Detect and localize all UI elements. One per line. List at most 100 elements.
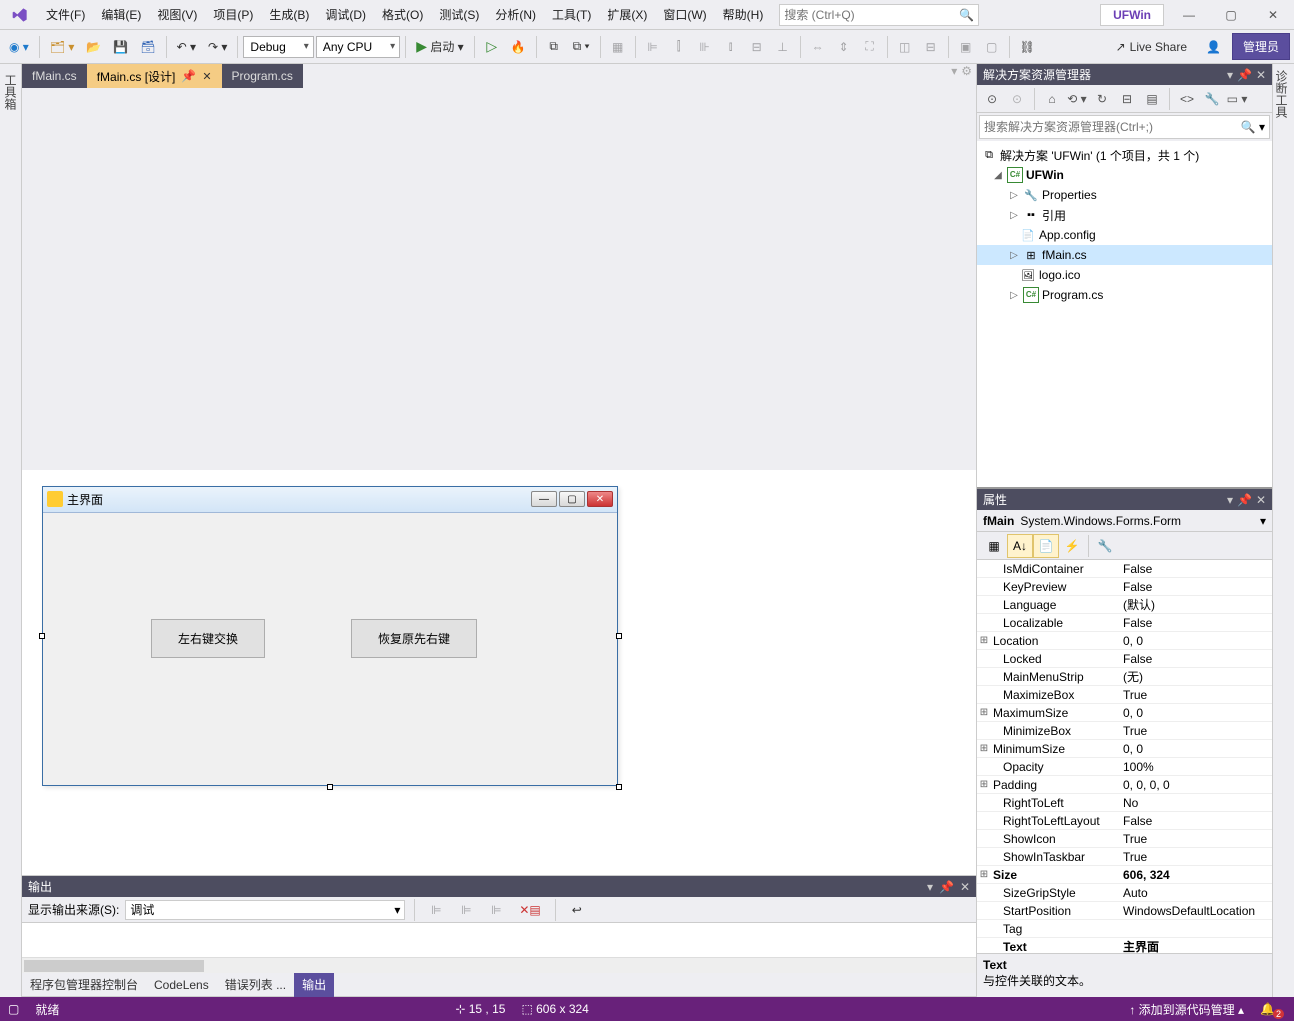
tab-fmain-cs[interactable]: fMain.cs [22, 64, 87, 88]
property-row[interactable]: ⊞MaximumSize0, 0 [977, 704, 1272, 722]
form-designer[interactable]: 主界面 — ▢ ✕ 左右键交换 恢复原先右键 [42, 486, 618, 786]
program-node[interactable]: ▷C#Program.cs [977, 285, 1272, 305]
open-button[interactable]: 📂 [81, 35, 106, 59]
property-row[interactable]: LocalizableFalse [977, 614, 1272, 632]
menu-扩展(X)[interactable]: 扩展(X) [599, 2, 655, 27]
resize-handle[interactable] [39, 633, 45, 639]
fmain-node[interactable]: ▷⊞fMain.cs [977, 245, 1272, 265]
close-button[interactable]: ✕ [1256, 3, 1290, 27]
undo-button[interactable]: ↶ ▾ [172, 35, 201, 59]
sol-code-icon[interactable]: <> [1176, 88, 1198, 110]
resize-handle[interactable] [616, 784, 622, 790]
solution-search-input[interactable] [980, 120, 1237, 134]
bottom-tab[interactable]: CodeLens [146, 974, 217, 996]
source-control-button[interactable]: ↑ 添加到源代码管理 ▴ [1129, 1001, 1244, 1018]
sol-collapse-icon[interactable]: ⊟ [1116, 88, 1138, 110]
minimize-button[interactable]: — [1172, 3, 1206, 27]
panel-close-icon[interactable]: ✕ [1256, 68, 1266, 82]
property-row[interactable]: ShowInTaskbarTrue [977, 848, 1272, 866]
tab-fmain-design[interactable]: fMain.cs [设计] 📌 ✕ [87, 64, 222, 88]
solution-tree[interactable]: ⧉解决方案 'UFWin' (1 个项目，共 1 个) ◢C#UFWin ▷🔧P… [977, 141, 1272, 487]
property-grid[interactable]: IsMdiContainerFalseKeyPreviewFalseLangua… [977, 560, 1272, 953]
panel-menu-icon[interactable]: ▾ [927, 880, 933, 894]
new-project-button[interactable]: 🗂 ▾ [45, 35, 80, 59]
tab-overflow-icon[interactable]: ▾ [951, 64, 957, 470]
save-all-button[interactable]: 🗃 [135, 35, 160, 59]
menu-项目(P)[interactable]: 项目(P) [205, 2, 261, 27]
property-row[interactable]: MaximizeBoxTrue [977, 686, 1272, 704]
panel-close-icon[interactable]: ✕ [960, 880, 970, 894]
restore-button[interactable]: 恢复原先右键 [351, 619, 477, 658]
property-row[interactable]: IsMdiContainerFalse [977, 560, 1272, 578]
word-wrap-button[interactable]: ↩ [565, 898, 589, 922]
menu-编辑(E)[interactable]: 编辑(E) [93, 2, 149, 27]
notifications-button[interactable]: 🔔2 [1260, 1002, 1286, 1016]
resize-handle[interactable] [327, 784, 333, 790]
logo-node[interactable]: 🖼logo.ico [977, 265, 1272, 285]
output-source-combo[interactable]: 调试▾ [125, 900, 405, 920]
property-row[interactable]: ShowIconTrue [977, 830, 1272, 848]
close-tab-icon[interactable]: ✕ [202, 70, 211, 83]
sol-props-icon[interactable]: 🔧 [1201, 88, 1223, 110]
property-row[interactable]: ⊞Location0, 0 [977, 632, 1272, 650]
property-row[interactable]: StartPositionWindowsDefaultLocation [977, 902, 1272, 920]
property-row[interactable]: Opacity100% [977, 758, 1272, 776]
live-share-button[interactable]: ↗ Live Share [1108, 38, 1195, 56]
property-row[interactable]: MainMenuStrip(无) [977, 668, 1272, 686]
feedback-button[interactable]: 👤 [1201, 35, 1226, 59]
panel-menu-icon[interactable]: ▾ [1227, 68, 1233, 82]
bottom-tab[interactable]: 程序包管理器控制台 [22, 972, 146, 997]
menu-格式(O)[interactable]: 格式(O) [374, 2, 431, 27]
platform-combo[interactable]: Any CPU▾ [316, 36, 400, 58]
panel-pin-icon[interactable]: 📌 [1237, 68, 1252, 82]
sol-back-icon[interactable]: ⊙ [981, 88, 1003, 110]
designer-surface[interactable]: 主界面 — ▢ ✕ 左右键交换 恢复原先右键 [22, 470, 976, 876]
menu-调试(D)[interactable]: 调试(D) [317, 2, 374, 27]
appconfig-node[interactable]: 📄App.config [977, 225, 1272, 245]
menu-帮助(H)[interactable]: 帮助(H) [715, 2, 772, 27]
output-window-icon[interactable]: ▢ [8, 1002, 19, 1016]
toolbar-btn2[interactable]: ⧉ ▾ [568, 35, 595, 59]
save-button[interactable]: 💾 [108, 35, 133, 59]
menu-窗口(W)[interactable]: 窗口(W) [655, 2, 714, 27]
bottom-tab[interactable]: 输出 [294, 972, 334, 997]
property-row[interactable]: ⊞MinimumSize0, 0 [977, 740, 1272, 758]
panel-close-icon[interactable]: ✕ [1256, 493, 1266, 507]
property-row[interactable]: SizeGripStyleAuto [977, 884, 1272, 902]
start-without-debug-button[interactable]: ▷ [480, 35, 504, 59]
property-row[interactable]: Text主界面 [977, 938, 1272, 953]
property-object-selector[interactable]: fMainSystem.Windows.Forms.Form ▾ [977, 510, 1272, 532]
property-row[interactable]: KeyPreviewFalse [977, 578, 1272, 596]
property-row[interactable]: LockedFalse [977, 650, 1272, 668]
menu-生成(B)[interactable]: 生成(B) [261, 2, 317, 27]
config-combo[interactable]: Debug▾ [243, 36, 313, 58]
panel-pin-icon[interactable]: 📌 [939, 880, 954, 894]
tab-settings-icon[interactable]: ⚙ [961, 64, 972, 470]
project-node[interactable]: ◢C#UFWin [977, 165, 1272, 185]
properties-button[interactable]: 📄 [1033, 534, 1059, 558]
diagnostics-tab[interactable]: 诊断工具 [1273, 70, 1290, 997]
menu-测试(S)[interactable]: 测试(S) [431, 2, 487, 27]
property-row[interactable]: ⊞Padding0, 0, 0, 0 [977, 776, 1272, 794]
property-row[interactable]: MinimizeBoxTrue [977, 722, 1272, 740]
bottom-tab[interactable]: 错误列表 ... [217, 972, 294, 997]
property-row[interactable]: Tag [977, 920, 1272, 938]
start-button[interactable]: ▶ 启动 ▾ [411, 35, 469, 59]
solution-search[interactable]: 🔍 ▾ [979, 115, 1270, 139]
sol-home-icon[interactable]: ⌂ [1041, 88, 1063, 110]
menu-文件(F)[interactable]: 文件(F) [38, 2, 93, 27]
global-search-input[interactable] [784, 8, 959, 22]
menu-工具(T)[interactable]: 工具(T) [544, 2, 599, 27]
panel-pin-icon[interactable]: 📌 [1237, 493, 1252, 507]
maximize-button[interactable]: ▢ [1214, 3, 1248, 27]
panel-menu-icon[interactable]: ▾ [1227, 493, 1233, 507]
alphabetical-button[interactable]: A↓ [1007, 534, 1033, 558]
sol-showall-icon[interactable]: ▤ [1141, 88, 1163, 110]
hot-reload-button[interactable]: 🔥 [506, 35, 531, 59]
redo-button[interactable]: ↷ ▾ [203, 35, 232, 59]
sol-sync-icon[interactable]: ⟲ ▾ [1066, 88, 1088, 110]
property-row[interactable]: Language(默认) [977, 596, 1272, 614]
property-row[interactable]: ⊞Size606, 324 [977, 866, 1272, 884]
sol-refresh-icon[interactable]: ↻ [1091, 88, 1113, 110]
nav-back-button[interactable]: ◉ ▾ [4, 35, 34, 59]
